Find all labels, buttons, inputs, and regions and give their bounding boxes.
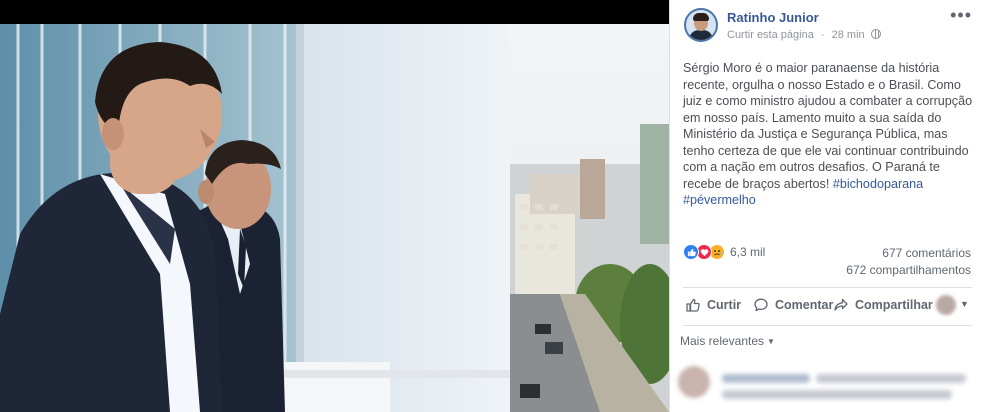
blurred-comment-text xyxy=(816,374,966,383)
like-button-label: Curtir xyxy=(707,298,742,312)
comment-sort-label: Mais relevantes xyxy=(680,334,765,348)
like-button[interactable]: Curtir xyxy=(685,297,741,313)
comment-button[interactable]: Comentar xyxy=(753,297,833,313)
like-page-link[interactable]: Curtir esta página xyxy=(727,29,814,41)
commenter-avatar xyxy=(678,366,710,398)
viewer-avatar[interactable] xyxy=(936,295,956,315)
thumbs-up-icon xyxy=(686,298,700,312)
shares-count-link[interactable]: 672 compartilhamentos xyxy=(846,263,971,277)
share-icon xyxy=(834,298,848,311)
hashtag-link[interactable]: #bichodoparana xyxy=(833,177,923,191)
comment-button-label: Comentar xyxy=(775,298,834,312)
caret-down-icon: ▼ xyxy=(767,337,775,346)
reactions-summary[interactable]: 6,3 mil xyxy=(683,243,765,261)
photo-image xyxy=(0,24,669,412)
post-photo[interactable] xyxy=(0,0,669,412)
author-name[interactable]: Ratinho Junior xyxy=(727,10,819,25)
post-meta: Curtir esta página · 28 min xyxy=(727,29,881,41)
chevron-down-icon[interactable]: ▼ xyxy=(960,299,969,309)
reactions-count: 6,3 mil xyxy=(730,245,766,259)
globe-icon xyxy=(870,29,881,39)
blurred-comment-text xyxy=(722,390,952,399)
post-panel: Ratinho Junior Curtir esta página · 28 m… xyxy=(669,0,984,412)
share-button[interactable]: Compartilhar xyxy=(833,297,933,313)
like-icon xyxy=(683,244,699,260)
divider xyxy=(683,325,972,326)
divider xyxy=(683,287,972,288)
photo-letterbox xyxy=(0,0,669,24)
blurred-comment xyxy=(670,362,984,412)
author-avatar[interactable] xyxy=(684,8,718,42)
comment-sort-dropdown[interactable]: Mais relevantes ▼ xyxy=(680,334,775,348)
meta-separator: · xyxy=(820,29,825,41)
comments-count-link[interactable]: 677 comentários xyxy=(882,246,971,260)
post-text: Sérgio Moro é o maior paranaense da hist… xyxy=(683,60,975,209)
hashtag-link[interactable]: #pévermelho xyxy=(683,193,756,207)
post-timestamp[interactable]: 28 min xyxy=(832,29,865,41)
more-options-icon[interactable]: ••• xyxy=(950,6,972,24)
post-body: Sérgio Moro é o maior paranaense da hist… xyxy=(683,61,973,191)
blurred-commenter-name xyxy=(722,374,810,383)
comment-icon xyxy=(754,298,768,312)
share-button-label: Compartilhar xyxy=(855,298,933,312)
